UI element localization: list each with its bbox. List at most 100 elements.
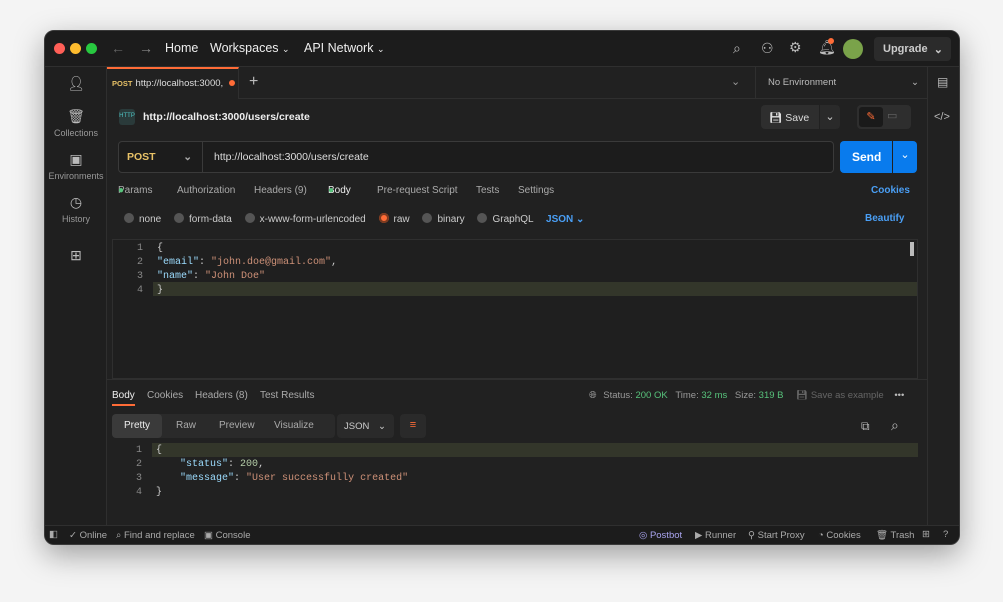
edit-pencil-icon[interactable]: ✎ xyxy=(859,107,883,127)
tab-headers[interactable]: Headers (9) xyxy=(254,185,307,196)
nav-workspaces[interactable]: Workspaces ⌄ xyxy=(210,41,290,55)
tab-tests[interactable]: Tests xyxy=(476,185,499,196)
search-icon[interactable]: ⌕ xyxy=(733,40,741,57)
forward-arrow-icon[interactable]: → xyxy=(139,40,153,56)
close-window-button[interactable] xyxy=(54,43,65,54)
resp-tab-test-results[interactable]: Test Results xyxy=(260,390,314,401)
sidebar-item-environments[interactable]: ▣Environments xyxy=(45,151,107,181)
upgrade-button[interactable]: Upgrade⌄ xyxy=(874,37,951,61)
code-line: "message": "User successfully created" xyxy=(156,473,408,484)
help-icon[interactable]: ? xyxy=(943,529,948,540)
size-value[interactable]: 319 B xyxy=(759,390,784,401)
response-body-viewer[interactable]: 1 2 3 4 { "status": 200, "message": "Use… xyxy=(112,442,918,502)
save-options-chevron-icon[interactable]: ⌄ xyxy=(820,105,840,129)
globe-icon: 🌐︎ xyxy=(589,390,597,401)
status-value[interactable]: 200 OK xyxy=(635,390,667,401)
body-type-selector: none form-data x-www-form-urlencoded raw… xyxy=(124,213,918,225)
trash-button[interactable]: 🗑︎ Trash xyxy=(876,530,914,541)
view-raw[interactable]: Raw xyxy=(176,420,196,431)
postbot-icon: ◎ xyxy=(639,530,647,541)
avatar[interactable] xyxy=(843,39,863,59)
nav-home[interactable]: Home xyxy=(165,41,198,55)
request-name[interactable]: http://localhost:3000/users/create xyxy=(143,111,310,123)
radio-button xyxy=(245,213,255,223)
body-format-select[interactable]: JSON ⌄ xyxy=(546,214,584,225)
start-proxy-button[interactable]: ⚲ Start Proxy xyxy=(748,530,805,541)
history-icon: ◷ xyxy=(45,194,107,211)
minimize-window-button[interactable] xyxy=(70,43,81,54)
environment-selector[interactable]: No Environment⌄ xyxy=(755,67,929,99)
resp-tab-body[interactable]: Body xyxy=(112,390,135,406)
method-select[interactable]: POST⌄ xyxy=(119,142,203,172)
sidebar-item-apps[interactable]: ⊞ xyxy=(45,247,107,267)
wrap-lines-icon[interactable]: ≡ xyxy=(400,414,426,438)
send-button[interactable]: Send xyxy=(840,141,892,173)
cookies-link[interactable]: Cookies xyxy=(871,185,910,196)
console-button[interactable]: ▣ Console xyxy=(204,530,250,541)
radio-binary[interactable]: binary xyxy=(422,214,464,225)
nav-api-network[interactable]: API Network ⌄ xyxy=(304,41,385,55)
editor-scrollbar[interactable] xyxy=(910,242,914,256)
cookies-button[interactable]: ◔ Cookies xyxy=(818,530,861,541)
toggle-sidebar-icon[interactable]: ◧ xyxy=(49,529,58,540)
chevron-down-icon: ⌄ xyxy=(377,44,385,54)
send-options-chevron-icon[interactable]: ⌄ xyxy=(893,141,917,173)
sidebar-item-account[interactable]: 👤︎ xyxy=(45,75,107,95)
tabs-dropdown-chevron-icon[interactable]: ⌄ xyxy=(731,75,740,88)
sidebar-item-collections[interactable]: 🗑︎Collections xyxy=(45,108,107,138)
mode-toggle: ✎ ▭ xyxy=(857,105,911,129)
back-arrow-icon[interactable]: ← xyxy=(111,40,125,56)
postman-window: ← → Home Workspaces ⌄ API Network ⌄ ⌕ ⚇ … xyxy=(44,30,960,545)
url-input[interactable]: http://localhost:3000/users/create xyxy=(214,151,369,163)
search-icon: ⌕ xyxy=(116,530,121,541)
tab-method: POST xyxy=(112,79,132,88)
new-tab-plus-icon[interactable]: + xyxy=(249,73,258,91)
comments-icon[interactable]: ▭ xyxy=(887,109,897,122)
view-preview[interactable]: Preview xyxy=(219,420,255,431)
resp-tab-headers[interactable]: Headers (8) xyxy=(195,390,248,401)
line-number: 3 xyxy=(113,271,143,282)
radio-graphql[interactable]: GraphQL xyxy=(477,214,533,225)
radio-x-www-form-urlencoded[interactable]: x-www-form-urlencoded xyxy=(245,214,366,225)
time-value[interactable]: 32 ms xyxy=(701,390,727,401)
save-button[interactable]: 💾︎ Save xyxy=(761,105,819,129)
invite-user-icon[interactable]: ⚇ xyxy=(761,40,774,57)
cookie-icon: ◔ xyxy=(818,530,824,541)
tab-settings[interactable]: Settings xyxy=(518,185,554,196)
find-replace-button[interactable]: ⌕ Find and replace xyxy=(116,530,195,541)
json-value: "john.doe@gmail.com" xyxy=(211,257,331,268)
json-key: "name" xyxy=(157,271,193,282)
view-pretty[interactable]: Pretty xyxy=(112,414,162,438)
request-body-editor[interactable]: 1 2 3 4 { "email": "john.doe@gmail.com",… xyxy=(112,239,918,379)
request-tab-bar: POST http://localhost:3000, + ⌄ No Envir… xyxy=(107,67,927,99)
copy-icon[interactable]: ⧉ xyxy=(861,419,870,434)
trash-icon: 🗑︎ xyxy=(876,530,888,541)
save-as-example-button[interactable]: 💾︎ Save as example xyxy=(796,390,884,401)
online-status[interactable]: ✓ Online xyxy=(69,530,107,541)
code-snippet-icon[interactable]: </> xyxy=(934,111,950,123)
line-number: 2 xyxy=(112,459,142,470)
request-tab[interactable]: POST http://localhost:3000, xyxy=(107,67,239,99)
maximize-window-button[interactable] xyxy=(86,43,97,54)
code-line: "email": "john.doe@gmail.com", xyxy=(157,257,337,268)
view-visualize[interactable]: Visualize xyxy=(274,420,314,431)
environment-quicklook-icon[interactable]: ▤ xyxy=(937,75,948,89)
size-label: Size: xyxy=(735,390,756,401)
resp-tab-cookies[interactable]: Cookies xyxy=(147,390,183,401)
radio-raw[interactable]: raw xyxy=(379,214,410,225)
more-options-icon[interactable]: ••• xyxy=(894,390,904,401)
settings-gear-icon[interactable]: ⚙ xyxy=(789,39,802,56)
tab-pre-request-script[interactable]: Pre-request Script xyxy=(377,185,458,196)
response-format-select[interactable]: JSON⌄ xyxy=(337,414,394,438)
postbot-button[interactable]: ◎ Postbot xyxy=(639,530,682,541)
sidebar-item-history[interactable]: ◷History xyxy=(45,194,107,224)
layout-grid-icon[interactable]: ⊞ xyxy=(922,529,930,540)
search-response-icon[interactable]: ⌕ xyxy=(891,417,899,434)
tab-authorization[interactable]: Authorization xyxy=(177,185,235,196)
chevron-down-icon: ⌄ xyxy=(282,44,290,54)
beautify-link[interactable]: Beautify xyxy=(865,213,904,224)
radio-none[interactable]: none xyxy=(124,214,161,225)
runner-button[interactable]: ▶ Runner xyxy=(695,530,736,541)
radio-form-data[interactable]: form-data xyxy=(174,214,232,225)
code-line: } xyxy=(157,285,163,296)
